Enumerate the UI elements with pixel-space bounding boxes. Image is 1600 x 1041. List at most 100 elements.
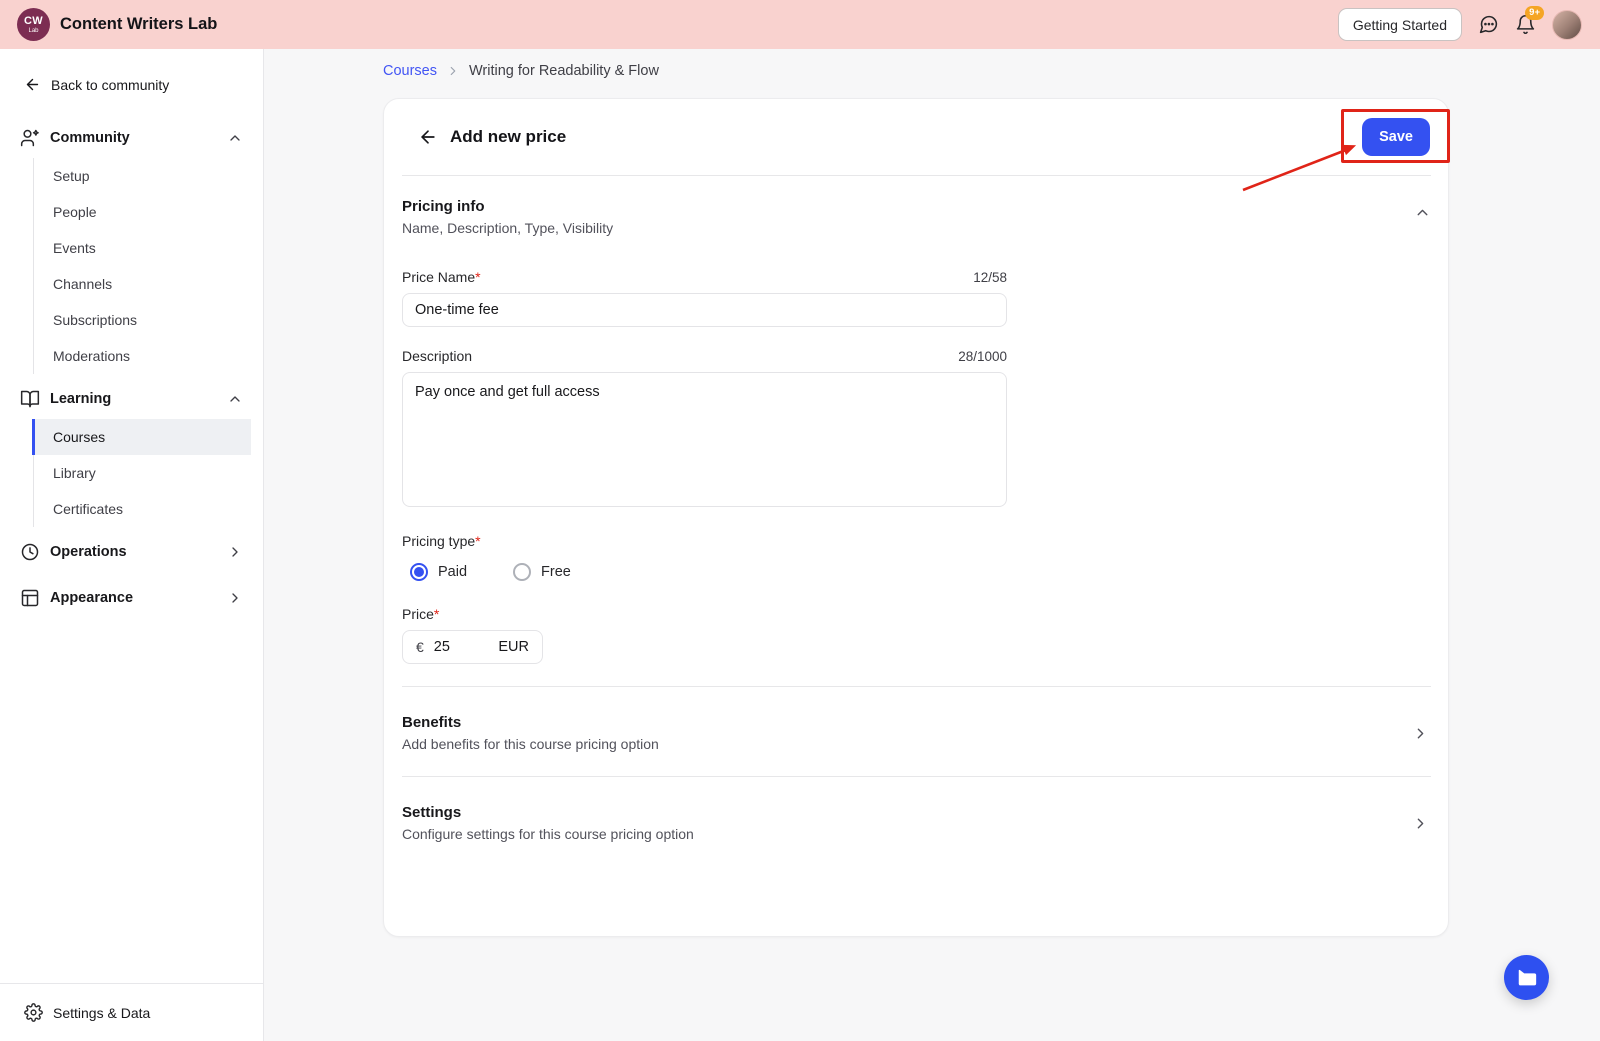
required-asterisk: *	[433, 606, 440, 622]
logo-text: CW	[24, 14, 43, 27]
description-field: Description 28/1000	[402, 348, 1007, 512]
sidebar-nav: Community Setup People Events Channels S…	[0, 119, 263, 617]
sidebar-section-label: Operations	[50, 544, 127, 560]
breadcrumb-courses-link[interactable]: Courses	[383, 63, 437, 79]
sidebar-section-label: Community	[50, 130, 130, 146]
price-name-field: Price Name* 12/58	[402, 269, 1007, 327]
panel-header: Add new price Save	[384, 99, 1450, 175]
notification-count-badge: 9+	[1525, 6, 1544, 21]
sidebar-item-channels[interactable]: Channels	[34, 266, 251, 302]
sidebar-section-appearance[interactable]: Appearance	[12, 579, 251, 617]
chevron-right-icon	[227, 590, 243, 606]
description-textarea[interactable]	[402, 372, 1007, 507]
radio-free-control[interactable]	[513, 563, 532, 581]
description-counter: 28/1000	[958, 349, 1007, 364]
pricing-type-field: Pricing type* Paid Free	[402, 533, 1007, 581]
sidebar-item-events[interactable]: Events	[34, 230, 251, 266]
radio-paid[interactable]: Paid	[410, 563, 467, 581]
settings-subtitle: Configure settings for this course prici…	[402, 826, 694, 842]
sidebar-section-learning[interactable]: Learning	[12, 380, 251, 418]
app-window: CW Lab Content Writers Lab Getting Start…	[0, 0, 1600, 1041]
sidebar-section-label: Appearance	[50, 590, 134, 606]
panel-body: Pricing info Name, Description, Type, Vi…	[384, 176, 1448, 936]
sidebar-item-certificates[interactable]: Certificates	[34, 491, 251, 527]
price-label: Price*	[402, 606, 440, 622]
radio-paid-control[interactable]	[410, 563, 428, 581]
operations-icon	[20, 542, 40, 562]
brand: CW Lab Content Writers Lab	[17, 8, 217, 41]
appearance-icon	[20, 588, 40, 608]
sidebar-section-operations[interactable]: Operations	[12, 533, 251, 571]
price-amount-input[interactable]	[433, 639, 476, 655]
community-icon	[20, 128, 40, 148]
benefits-title: Benefits	[402, 714, 462, 731]
chevron-up-icon	[227, 130, 243, 146]
chat-launcher-button[interactable]	[1504, 955, 1549, 1000]
breadcrumb: Courses Writing for Readability & Flow	[383, 63, 1449, 79]
back-to-community-link[interactable]: Back to community	[24, 76, 239, 93]
radio-paid-label: Paid	[438, 564, 468, 580]
learning-icon	[20, 389, 40, 409]
logo-subtext: Lab	[28, 27, 39, 34]
chat-bubble-icon	[1518, 969, 1536, 985]
panel-title: Add new price	[450, 127, 567, 146]
radio-free[interactable]: Free	[513, 563, 571, 581]
save-button[interactable]: Save	[1362, 118, 1430, 156]
topbar: CW Lab Content Writers Lab Getting Start…	[0, 0, 1600, 49]
panel-back-arrow-icon[interactable]	[418, 127, 438, 147]
back-link-label: Back to community	[51, 76, 170, 93]
getting-started-button[interactable]: Getting Started	[1337, 8, 1462, 41]
benefits-section-row[interactable]: Benefits Add benefits for this course pr…	[402, 687, 1431, 776]
required-asterisk: *	[475, 533, 481, 549]
pricing-type-label: Pricing type*	[402, 533, 481, 549]
sidebar-item-courses[interactable]: Courses	[32, 419, 251, 455]
sidebar-item-library[interactable]: Library	[34, 455, 251, 491]
price-name-input[interactable]	[402, 293, 1007, 327]
sidebar-item-moderations[interactable]: Moderations	[34, 338, 251, 374]
sidebar-item-people[interactable]: People	[34, 194, 251, 230]
sidebar-item-setup[interactable]: Setup	[34, 158, 251, 194]
pricing-info-section-header[interactable]: Pricing info Name, Description, Type, Vi…	[402, 198, 1431, 236]
settings-and-data-label: Settings & Data	[53, 1004, 151, 1021]
sidebar-item-subscriptions[interactable]: Subscriptions	[34, 302, 251, 338]
sidebar-section-label: Learning	[50, 391, 112, 407]
chevron-right-icon	[1412, 815, 1429, 832]
sidebar: Back to community Community Setup People	[0, 49, 264, 1041]
chevron-up-icon[interactable]	[1414, 204, 1431, 221]
radio-free-label: Free	[541, 564, 571, 580]
pricing-info-title: Pricing info	[402, 198, 485, 215]
notifications-bell-icon[interactable]: 9+	[1515, 6, 1544, 35]
required-asterisk: *	[475, 269, 481, 285]
brand-logo: CW Lab	[17, 8, 50, 41]
price-name-label: Price Name*	[402, 269, 481, 285]
topbar-actions: Getting Started 9+	[1337, 6, 1582, 41]
currency-symbol: €	[416, 639, 424, 655]
pricing-info-subtitle: Name, Description, Type, Visibility	[402, 220, 614, 236]
chevron-right-icon	[1412, 725, 1429, 742]
main-content: Courses Writing for Readability & Flow A…	[264, 49, 1600, 1041]
back-arrow-icon	[24, 76, 41, 93]
add-price-panel: Add new price Save Pricing info Name, De…	[383, 98, 1450, 937]
price-input-group[interactable]: € EUR	[402, 630, 543, 664]
community-sub-list: Setup People Events Channels Subscriptio…	[33, 158, 251, 374]
chevron-up-icon	[227, 391, 243, 407]
settings-and-data-link[interactable]: Settings & Data	[0, 983, 263, 1041]
learning-sub-list: Courses Library Certificates	[32, 419, 251, 527]
sidebar-section-community[interactable]: Community	[12, 119, 251, 157]
pricing-form: Price Name* 12/58 Description 28/1000	[402, 269, 1431, 664]
brand-name: Content Writers Lab	[60, 15, 218, 33]
gear-icon	[24, 1003, 43, 1022]
breadcrumb-chevron-icon	[446, 64, 460, 78]
settings-title: Settings	[402, 804, 462, 821]
settings-section-row[interactable]: Settings Configure settings for this cou…	[402, 777, 1431, 866]
messages-icon[interactable]	[1478, 14, 1499, 35]
currency-code: EUR	[498, 639, 529, 655]
price-field: Price* € EUR	[402, 606, 1007, 664]
benefits-subtitle: Add benefits for this course pricing opt…	[402, 736, 659, 752]
price-name-counter: 12/58	[973, 270, 1007, 285]
description-label: Description	[402, 348, 473, 364]
user-avatar[interactable]	[1552, 9, 1582, 40]
panel-bottom-spacer	[402, 866, 1431, 936]
chevron-right-icon	[227, 544, 243, 560]
pricing-type-options: Paid Free	[410, 563, 1007, 581]
